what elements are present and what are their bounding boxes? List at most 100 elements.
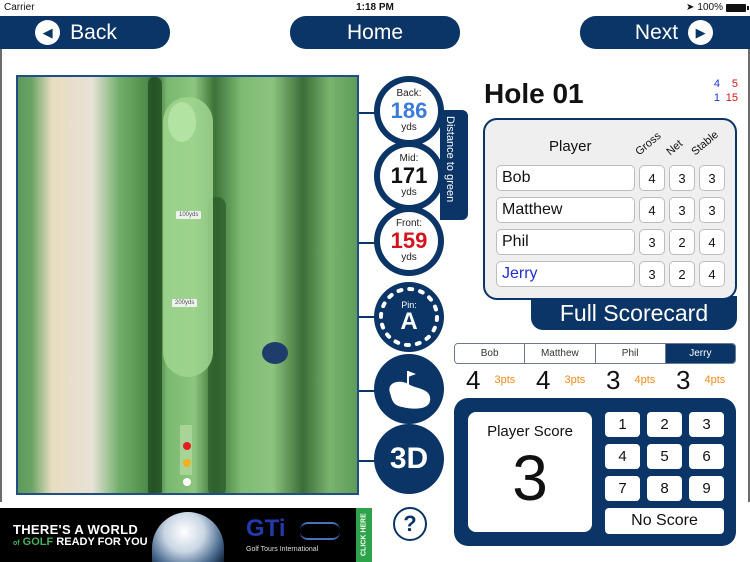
pin-position-button[interactable]: Pin: A <box>374 282 444 352</box>
key-6[interactable]: 6 <box>689 444 724 469</box>
connector-line <box>359 390 375 392</box>
quick-score-bob: 4 3pts <box>462 365 532 395</box>
red-par: 5 <box>731 78 738 90</box>
ad-subline-green: GOLF <box>22 536 54 548</box>
home-label: Home <box>346 20 404 44</box>
status-bar: Carrier 1:18 PM ➤ 100% <box>0 0 750 16</box>
tab-jerry[interactable]: Jerry <box>665 344 735 363</box>
quick-score-matthew: 4 3pts <box>532 365 602 395</box>
clock: 1:18 PM <box>356 2 394 13</box>
net-score: 3 <box>669 165 695 191</box>
tab-matthew[interactable]: Matthew <box>525 344 596 363</box>
chevron-left-icon: ◀ <box>35 20 61 45</box>
next-button[interactable]: Next ▶ <box>580 16 750 49</box>
net-score: 2 <box>669 261 695 287</box>
3d-label: 3D <box>389 442 429 475</box>
stableford-points: 3 <box>699 165 725 191</box>
battery-percent: 100% <box>697 2 723 13</box>
gross-score: 4 <box>639 197 665 223</box>
net-score: 2 <box>669 229 695 255</box>
distance-tab-label: Distance to green <box>444 116 456 203</box>
putting-green <box>168 102 196 142</box>
location-icon: ➤ <box>686 2 695 13</box>
tab-phil[interactable]: Phil <box>595 344 666 363</box>
status-right: ➤ 100% <box>686 2 749 13</box>
back-label: Back <box>70 20 117 44</box>
hole-title: Hole 01 <box>484 78 584 109</box>
back-distance-value: 186 <box>390 98 428 123</box>
points-value: 4pts <box>704 374 726 386</box>
question-mark-icon: ? <box>403 511 417 536</box>
key-7[interactable]: 7 <box>605 476 640 501</box>
mid-distance-value: 171 <box>390 163 428 188</box>
back-button[interactable]: ◀ Back <box>0 16 170 49</box>
key-4[interactable]: 4 <box>605 444 640 469</box>
table-row[interactable]: Matthew 4 3 3 <box>496 197 725 223</box>
points-value: 4pts <box>634 374 656 386</box>
tab-bob[interactable]: Bob <box>455 344 526 363</box>
connector-line <box>359 316 375 318</box>
net-column-header: Net <box>664 137 686 158</box>
key-1[interactable]: 1 <box>605 412 640 437</box>
green-view-button[interactable] <box>374 354 444 424</box>
gross-value: 3 <box>676 364 691 395</box>
key-9[interactable]: 9 <box>689 476 724 501</box>
table-row[interactable]: Phil 3 2 4 <box>496 229 725 255</box>
quick-score-jerry: 3 4pts <box>672 364 742 395</box>
player-score-display: Player Score 3 <box>468 412 592 532</box>
pin-value: A <box>400 307 418 335</box>
front-distance-unit: yds <box>401 252 417 263</box>
stableford-points: 4 <box>699 229 725 255</box>
yellow-tee-marker[interactable] <box>183 459 191 467</box>
player-name: Matthew <box>496 197 635 223</box>
stableford-points: 4 <box>699 261 725 287</box>
net-score: 3 <box>669 197 695 223</box>
connector-line <box>359 242 375 244</box>
hole-map[interactable]: 100yds 200yds <box>16 75 359 495</box>
key-5[interactable]: 5 <box>647 444 682 469</box>
help-button[interactable]: ? <box>393 507 427 541</box>
ad-banner[interactable]: THERE'S A WORLD of GOLF READY FOR YOU GT… <box>0 508 372 562</box>
hole-scorecard: Player Gross Net Stable Bob 4 3 3 Matthe… <box>483 118 737 300</box>
distance-marker: 100yds <box>176 211 202 219</box>
number-keypad: 1 2 3 4 5 6 7 8 9 No Score <box>605 412 724 534</box>
waves-icon <box>300 522 340 540</box>
full-scorecard-button[interactable]: Full Scorecard <box>531 296 737 330</box>
stableford-points: 3 <box>699 197 725 223</box>
green-flag-icon <box>389 371 431 409</box>
quick-score-phil: 3 4pts <box>602 364 672 395</box>
key-8[interactable]: 8 <box>647 476 682 501</box>
white-tee-marker[interactable] <box>183 478 191 486</box>
table-row[interactable]: Jerry 3 2 4 <box>496 261 725 287</box>
distance-marker: 200yds <box>172 299 198 307</box>
points-value: 3pts <box>494 374 516 386</box>
mid-distance: Mid: 171 yds <box>374 141 444 211</box>
gross-column-header: Gross <box>633 129 664 158</box>
player-score-title: Player Score <box>487 423 573 440</box>
distance-to-green-tab: Distance to green <box>440 110 468 220</box>
3d-view-button[interactable]: 3D <box>374 424 444 494</box>
ad-subline-prefix: of <box>13 540 20 547</box>
tee-box <box>180 425 192 475</box>
back-distance: Back: 186 yds <box>374 76 444 146</box>
no-score-button[interactable]: No Score <box>605 508 724 534</box>
click-here-button[interactable]: CLICK HERE <box>356 508 372 562</box>
home-button[interactable]: Home <box>290 16 460 49</box>
next-label: Next <box>634 20 679 44</box>
tree-line-left <box>148 77 162 493</box>
table-row[interactable]: Bob 4 3 3 <box>496 165 725 191</box>
gross-value: 3 <box>606 364 621 395</box>
player-segmented-control: Bob Matthew Phil Jerry <box>454 343 736 364</box>
key-2[interactable]: 2 <box>647 412 682 437</box>
front-distance-value: 159 <box>390 228 428 253</box>
points-value: 3pts <box>564 374 586 386</box>
red-tee-marker[interactable] <box>183 442 191 450</box>
quick-scores: 4 3pts 4 3pts 3 4pts 3 4pts <box>462 364 742 395</box>
mid-distance-unit: yds <box>401 187 417 198</box>
connector-line <box>359 460 375 462</box>
key-3[interactable]: 3 <box>689 412 724 437</box>
player-name: Phil <box>496 229 635 255</box>
red-stroke-index: 15 <box>725 92 738 104</box>
gross-score: 3 <box>639 229 665 255</box>
ad-subline: of GOLF READY FOR YOU <box>13 536 148 548</box>
